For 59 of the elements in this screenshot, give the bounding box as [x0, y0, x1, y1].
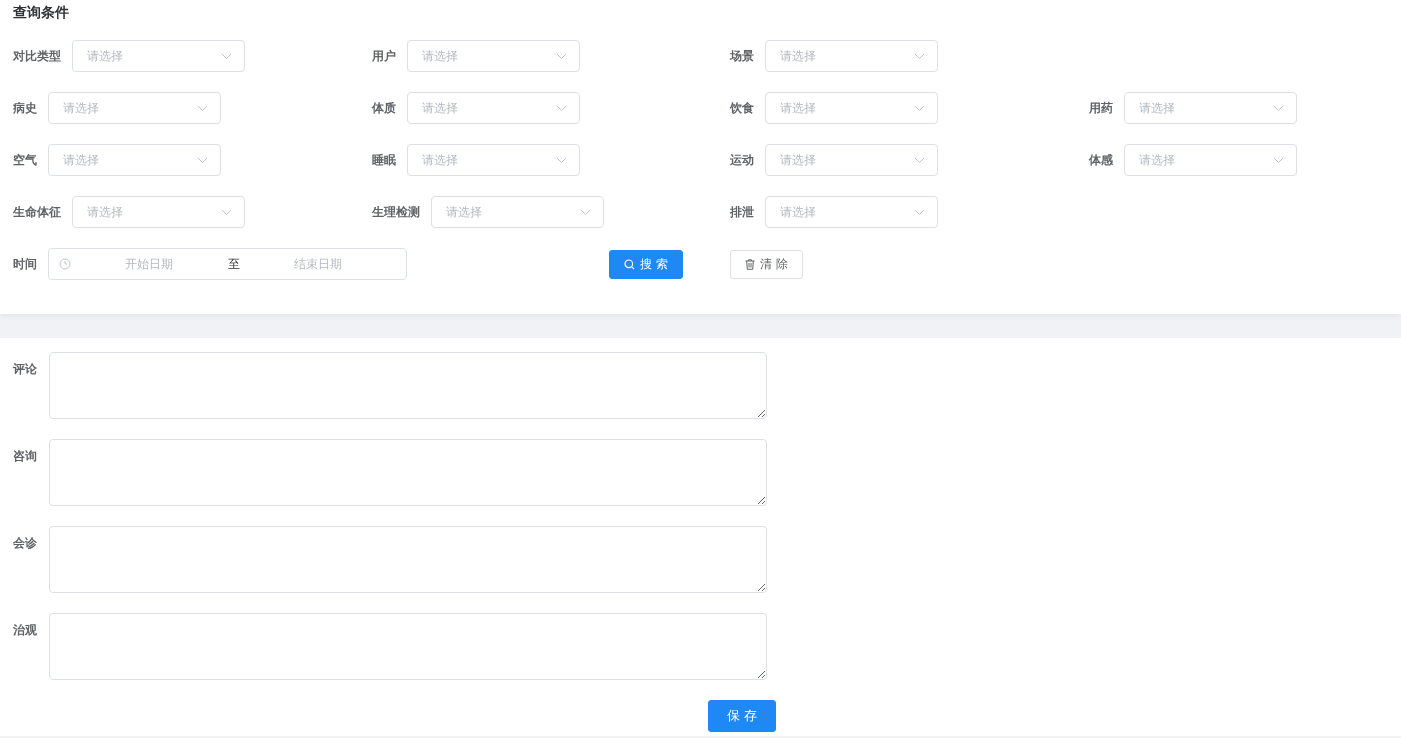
select-field[interactable]: 请选择: [765, 40, 938, 72]
clear-button[interactable]: 清 除: [730, 249, 803, 279]
field-label: 咨询: [13, 448, 38, 465]
chevron-down-icon: [914, 104, 925, 112]
select-field[interactable]: 请选择: [765, 92, 938, 124]
chevron-down-icon: [914, 156, 925, 164]
filter-label: 用药: [1089, 99, 1113, 117]
chevron-down-icon: [556, 104, 567, 112]
select-field[interactable]: 请选择: [765, 196, 938, 228]
filter-label: 生命体征: [13, 203, 61, 221]
trash-icon: [745, 258, 755, 270]
field-label: 治观: [13, 622, 38, 639]
select-field[interactable]: 请选择: [72, 40, 245, 72]
chevron-down-icon: [1273, 156, 1284, 164]
filter-label: 体质: [372, 99, 396, 117]
filter-label: 时间: [13, 255, 37, 273]
filter-label: 空气: [13, 151, 37, 169]
save-button[interactable]: 保 存: [707, 700, 776, 732]
chevron-down-icon: [221, 208, 232, 216]
filter-label: 运动: [730, 151, 754, 169]
select-field[interactable]: 请选择: [72, 196, 245, 228]
text-area[interactable]: [49, 526, 767, 593]
chevron-down-icon: [914, 52, 925, 60]
search-icon: [624, 258, 635, 270]
filter-label: 对比类型: [13, 47, 61, 65]
text-area[interactable]: [49, 352, 767, 419]
filter-label: 病史: [13, 99, 37, 117]
select-field[interactable]: 请选择: [1124, 144, 1297, 176]
chevron-down-icon: [556, 52, 567, 60]
filter-label: 睡眠: [372, 151, 396, 169]
select-field[interactable]: 请选择: [407, 144, 580, 176]
chevron-down-icon: [197, 104, 208, 112]
select-field[interactable]: 请选择: [431, 196, 604, 228]
select-field[interactable]: 请选择: [765, 144, 938, 176]
field-label: 会诊: [13, 535, 38, 552]
select-field[interactable]: 请选择: [407, 92, 580, 124]
text-area[interactable]: [49, 439, 767, 506]
chevron-down-icon: [556, 156, 567, 164]
filter-label: 用户: [372, 47, 396, 65]
text-area[interactable]: [49, 613, 767, 680]
clock-icon: [59, 258, 71, 270]
chevron-down-icon: [914, 208, 925, 216]
filter-label: 饮食: [730, 99, 754, 117]
filter-label: 场景: [730, 47, 754, 65]
field-label: 评论: [13, 361, 38, 378]
chevron-down-icon: [197, 156, 208, 164]
chevron-down-icon: [580, 208, 591, 216]
search-button[interactable]: 搜 索: [609, 249, 683, 279]
select-field[interactable]: 请选择: [48, 92, 221, 124]
filter-label: 排泄: [730, 203, 754, 221]
filter-label: 生理检测: [372, 203, 420, 221]
select-field[interactable]: 请选择: [407, 40, 580, 72]
panel-title: 查询条件: [13, 4, 70, 22]
date-range-field[interactable]: 开始日期 至 结束日期: [48, 248, 407, 280]
chevron-down-icon: [221, 52, 232, 60]
select-field[interactable]: 请选择: [48, 144, 221, 176]
select-field[interactable]: 请选择: [1124, 92, 1297, 124]
filter-label: 体感: [1089, 151, 1113, 169]
chevron-down-icon: [1273, 104, 1284, 112]
